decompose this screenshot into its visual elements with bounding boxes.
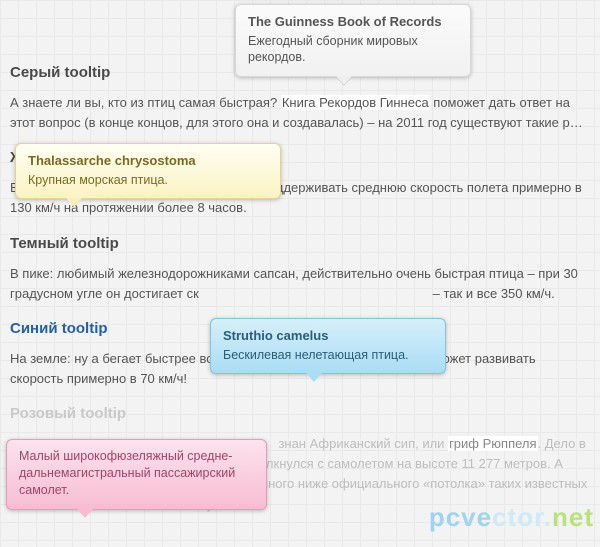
highlight-vulture[interactable]: гриф Рюппеля bbox=[448, 436, 537, 451]
text: – так и все 350 км/ч. bbox=[429, 286, 555, 301]
tooltip-arrow bbox=[306, 373, 322, 382]
tooltip-yellow-body: Крупная морская птица. bbox=[28, 172, 268, 189]
tooltip-gray-body: Ежегодный сборник мировых рекордов. bbox=[248, 33, 458, 67]
text: А знаете ли вы, кто из птиц самая быстра… bbox=[10, 95, 281, 110]
text: знан Африканский сип, или bbox=[278, 436, 448, 451]
tooltip-pink-body: Малый широкофюзеляжный средне-дальнемаги… bbox=[19, 448, 254, 499]
tooltip-pink: Малый широкофюзеляжный средне-дальнемаги… bbox=[6, 439, 267, 510]
tooltip-arrow bbox=[66, 198, 82, 207]
tooltip-blue-title: Struthio camelus bbox=[223, 327, 433, 345]
heading-pink: Розовый tooltip bbox=[10, 405, 590, 422]
tooltip-yellow-title: Thalassarche chrysostoma bbox=[28, 152, 268, 170]
paragraph-dark: В пике: любимый железнодорожниками сапса… bbox=[10, 264, 590, 304]
highlight-guinness[interactable]: Книга Рекордов Гиннеса bbox=[281, 95, 430, 110]
tooltip-arrow bbox=[77, 509, 93, 518]
tooltip-blue-body: Бескилевая нелетающая птица. bbox=[223, 347, 433, 364]
tooltip-blue: Struthio camelus Бескилевая нелетающая п… bbox=[210, 318, 446, 374]
tooltip-arrow bbox=[336, 76, 352, 85]
paragraph-gray: А знаете ли вы, кто из птиц самая быстра… bbox=[10, 93, 590, 133]
tooltip-yellow: Thalassarche chrysostoma Крупная морская… bbox=[15, 143, 281, 199]
heading-dark: Темный tooltip bbox=[10, 235, 590, 252]
tooltip-gray-title: The Guinness Book of Records bbox=[248, 13, 458, 31]
tooltip-gray: The Guinness Book of Records Ежегодный с… bbox=[235, 4, 471, 77]
